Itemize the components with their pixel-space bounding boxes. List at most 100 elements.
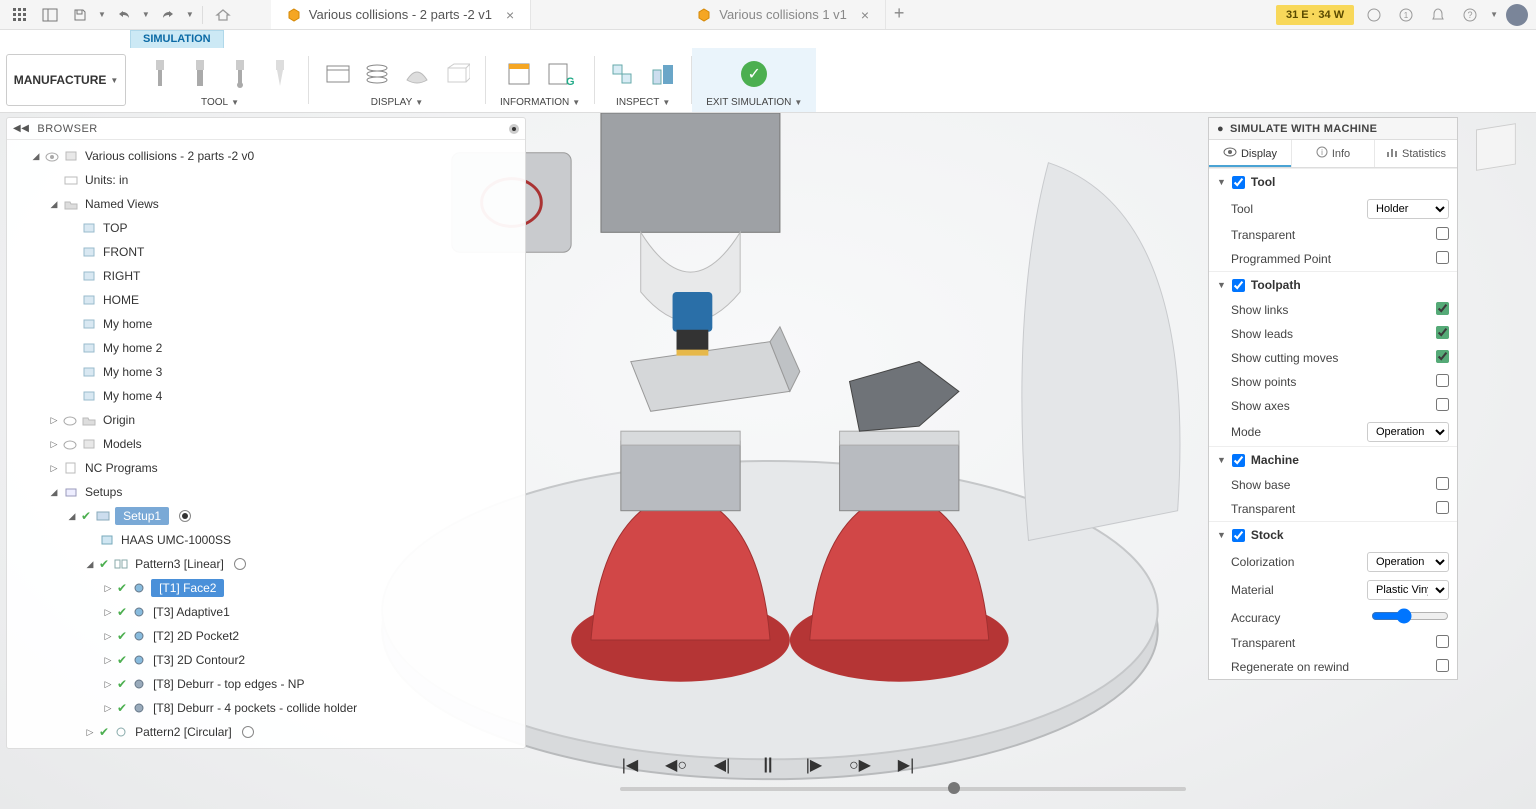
section-toolpath-checkbox[interactable] <box>1232 279 1245 292</box>
tree-pattern2[interactable]: ▷ ✔ Pattern2 [Circular] <box>7 720 525 744</box>
display-layers-icon[interactable] <box>363 57 391 91</box>
tree-machine[interactable]: HAAS UMC-1000SS <box>7 528 525 552</box>
file-panel-icon[interactable] <box>38 3 62 27</box>
close-icon[interactable]: × <box>861 7 869 23</box>
show-links-checkbox[interactable] <box>1436 302 1449 315</box>
section-toolpath-header[interactable]: ▼ Toolpath <box>1209 271 1457 298</box>
tree-operation[interactable]: ▷✔[T1] Face2 <box>7 576 525 600</box>
ribbon-group-exit[interactable]: ✓ EXIT SIMULATION▼ <box>692 48 816 112</box>
visibility-icon[interactable] <box>63 439 77 449</box>
notifications-icon[interactable] <box>1426 3 1450 27</box>
tool-transparent-checkbox[interactable] <box>1436 227 1449 240</box>
view-cube[interactable] <box>1470 121 1522 173</box>
section-machine-checkbox[interactable] <box>1232 454 1245 467</box>
display-shade-icon[interactable] <box>403 57 431 91</box>
tree-setups[interactable]: ◢ Setups <box>7 480 525 504</box>
user-avatar[interactable] <box>1506 4 1528 26</box>
inspect-measure-icon[interactable] <box>609 57 637 91</box>
stock-transparent-checkbox[interactable] <box>1436 635 1449 648</box>
redo-icon[interactable] <box>156 3 180 27</box>
job-status-icon[interactable]: 1 <box>1394 3 1418 27</box>
stock-regen-checkbox[interactable] <box>1436 659 1449 672</box>
errors-warnings-pill[interactable]: 31 E · 34 W <box>1276 5 1354 25</box>
tree-operation[interactable]: ▷✔[T8] Deburr - top edges - NP <box>7 672 525 696</box>
save-dropdown[interactable]: ▼ <box>98 10 106 19</box>
info-sheet-icon[interactable] <box>506 57 534 91</box>
doc-tab-active[interactable]: Various collisions - 2 parts -2 v1 × <box>271 0 531 29</box>
display-stock-icon[interactable] <box>323 57 351 91</box>
section-tool-checkbox[interactable] <box>1232 176 1245 189</box>
section-machine-header[interactable]: ▼ Machine <box>1209 446 1457 473</box>
playback-timeline[interactable] <box>620 787 1186 791</box>
pattern-radio[interactable] <box>242 726 254 738</box>
stock-material-select[interactable]: Plastic Vinyl <box>1367 580 1449 600</box>
tree-named-view[interactable]: My home <box>7 312 525 336</box>
toolpath-mode-select[interactable]: Operation <box>1367 422 1449 442</box>
tree-operation[interactable]: ▷✔[T8] Deburr - 4 pockets - collide hold… <box>7 696 525 720</box>
show-leads-checkbox[interactable] <box>1436 326 1449 339</box>
tree-named-view[interactable]: My home 4 <box>7 384 525 408</box>
prev-op-icon[interactable]: ◀○ <box>664 753 688 777</box>
ribbon-tab-simulation[interactable]: SIMULATION <box>130 30 224 48</box>
tool-pp-checkbox[interactable] <box>1436 251 1449 264</box>
tree-nc-programs[interactable]: ▷ NC Programs <box>7 456 525 480</box>
inspect-compare-icon[interactable] <box>649 57 677 91</box>
simtab-stats[interactable]: Statistics <box>1375 140 1457 167</box>
display-wire-icon[interactable] <box>443 57 471 91</box>
machine-show-base-checkbox[interactable] <box>1436 477 1449 490</box>
stock-accuracy-slider[interactable] <box>1371 608 1449 624</box>
simtab-display[interactable]: Display <box>1209 140 1292 167</box>
section-stock-checkbox[interactable] <box>1232 529 1245 542</box>
workspace-switcher[interactable]: MANUFACTURE ▼ <box>6 54 126 106</box>
active-setup-radio[interactable] <box>179 510 191 522</box>
tree-named-view[interactable]: My home 3 <box>7 360 525 384</box>
visibility-icon[interactable] <box>45 151 59 161</box>
tree-named-view[interactable]: HOME <box>7 288 525 312</box>
tree-named-view[interactable]: FRONT <box>7 240 525 264</box>
tool-holder-select[interactable]: Holder <box>1367 199 1449 219</box>
skip-start-icon[interactable]: |◀ <box>618 753 642 777</box>
tree-setup1[interactable]: ◢ ✔ Setup1 <box>7 504 525 528</box>
machine-transparent-checkbox[interactable] <box>1436 501 1449 514</box>
step-forward-icon[interactable]: |▶ <box>802 753 826 777</box>
tree-named-views[interactable]: ◢ Named Views <box>7 192 525 216</box>
tree-named-view[interactable]: TOP <box>7 216 525 240</box>
browser-collapse-dot[interactable] <box>509 124 519 134</box>
step-back-icon[interactable]: ◀| <box>710 753 734 777</box>
close-icon[interactable]: × <box>506 7 514 23</box>
drill-tool-icon[interactable] <box>146 57 174 91</box>
stock-colorization-select[interactable]: Operation <box>1367 552 1449 572</box>
visibility-icon[interactable] <box>63 415 77 425</box>
show-cutting-checkbox[interactable] <box>1436 350 1449 363</box>
save-icon[interactable] <box>68 3 92 27</box>
undo-dropdown[interactable]: ▼ <box>142 10 150 19</box>
chamfer-tool-icon[interactable] <box>266 57 294 91</box>
browser-back-icon[interactable]: ◀◀ <box>13 123 29 134</box>
ballmill-icon[interactable] <box>226 57 254 91</box>
show-points-checkbox[interactable] <box>1436 374 1449 387</box>
tree-operation[interactable]: ▷✔[T3] Adaptive1 <box>7 600 525 624</box>
doc-tab-inactive[interactable]: Various collisions 1 v1 × <box>681 0 886 29</box>
tree-units[interactable]: Units: in <box>7 168 525 192</box>
simtab-info[interactable]: i Info <box>1292 140 1375 167</box>
tree-operation[interactable]: ▷✔[T3] 2D Contour2 <box>7 648 525 672</box>
extensions-icon[interactable] <box>1362 3 1386 27</box>
tree-pattern3[interactable]: ◢ ✔ Pattern3 [Linear] <box>7 552 525 576</box>
section-stock-header[interactable]: ▼ Stock <box>1209 521 1457 548</box>
home-icon[interactable] <box>211 3 235 27</box>
tree-root[interactable]: ◢ Various collisions - 2 parts -2 v0 <box>7 144 525 168</box>
section-tool-header[interactable]: ▼ Tool <box>1209 168 1457 195</box>
skip-end-icon[interactable]: ▶| <box>894 753 918 777</box>
apps-grid-icon[interactable] <box>8 3 32 27</box>
tree-named-view[interactable]: RIGHT <box>7 264 525 288</box>
new-tab-button[interactable]: + <box>886 0 912 26</box>
tree-named-view[interactable]: My home 2 <box>7 336 525 360</box>
undo-icon[interactable] <box>112 3 136 27</box>
info-gcode-icon[interactable]: G <box>546 57 574 91</box>
next-op-icon[interactable]: ○▶ <box>848 753 872 777</box>
pattern-radio[interactable] <box>234 558 246 570</box>
redo-dropdown[interactable]: ▼ <box>186 10 194 19</box>
help-icon[interactable]: ? <box>1458 3 1482 27</box>
help-dropdown[interactable]: ▼ <box>1490 10 1498 19</box>
tree-operation[interactable]: ▷✔[T2] 2D Pocket2 <box>7 624 525 648</box>
